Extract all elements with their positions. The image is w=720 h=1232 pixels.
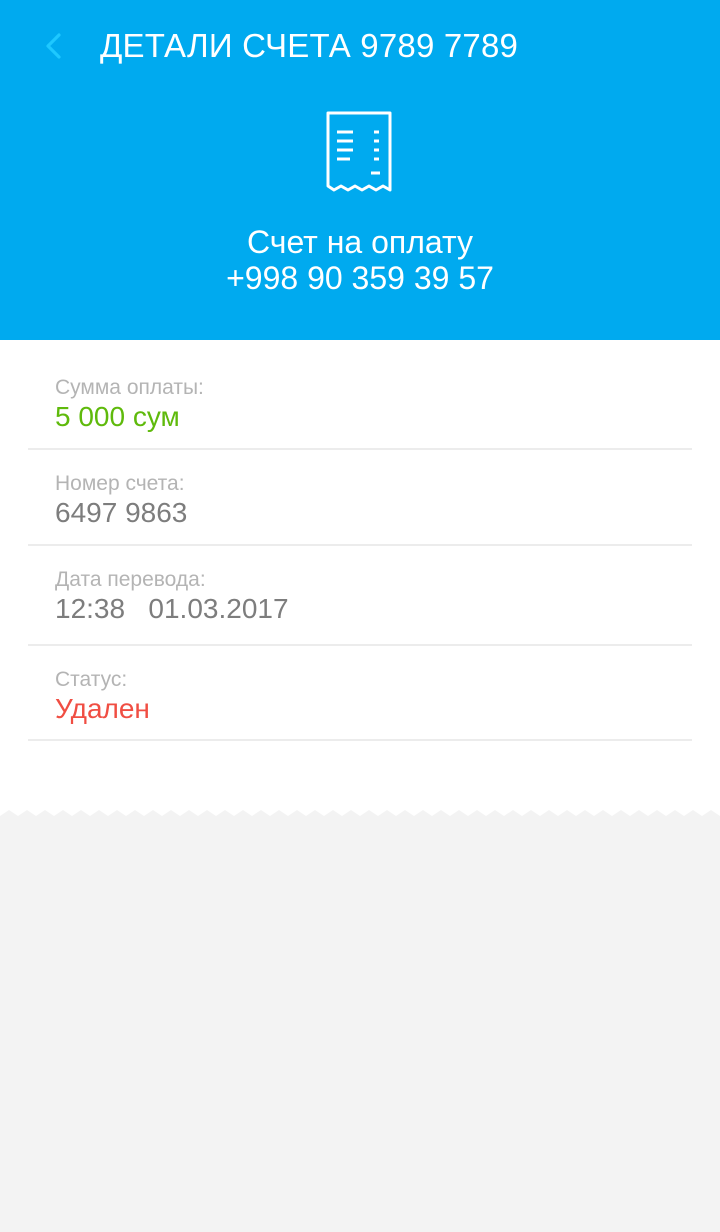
page-title: ДЕТАЛИ СЧЕТА 9789 7789 [100,27,519,64]
header: ДЕТАЛИ СЧЕТА 9789 7789 Счет на оплату +9… [0,0,720,340]
invoice-summary: Счет на оплату +998 90 359 39 57 [0,224,720,296]
detail-row-invoice-number: Номер счета: 6497 9863 [28,450,692,546]
invoice-number-value: 6497 9863 [55,497,188,528]
status-label: Статус: [55,668,128,691]
torn-edge [0,808,720,816]
invoice-type: Счет на оплату [247,224,473,260]
status-value: Удален [55,693,150,724]
back-button[interactable] [34,26,74,66]
amount-value: 5 000 сум [55,401,180,432]
detail-row-amount: Сумма оплаты: 5 000 сум [28,340,692,450]
chevron-left-icon[interactable] [34,26,74,66]
invoice-number-label: Номер счета: [55,472,185,495]
date-label: Дата перевода: [55,568,206,591]
detail-row-status: Статус: Удален [28,646,692,741]
details-panel: Сумма оплаты: 5 000 сум Номер счета: 649… [0,340,720,810]
detail-row-date: Дата перевода: 12:38 01.03.2017 [28,546,692,646]
amount-label: Сумма оплаты: [55,376,204,399]
invoice-phone: +998 90 359 39 57 [226,260,494,296]
date-value: 12:38 01.03.2017 [55,593,289,624]
receipt-icon [326,111,392,192]
